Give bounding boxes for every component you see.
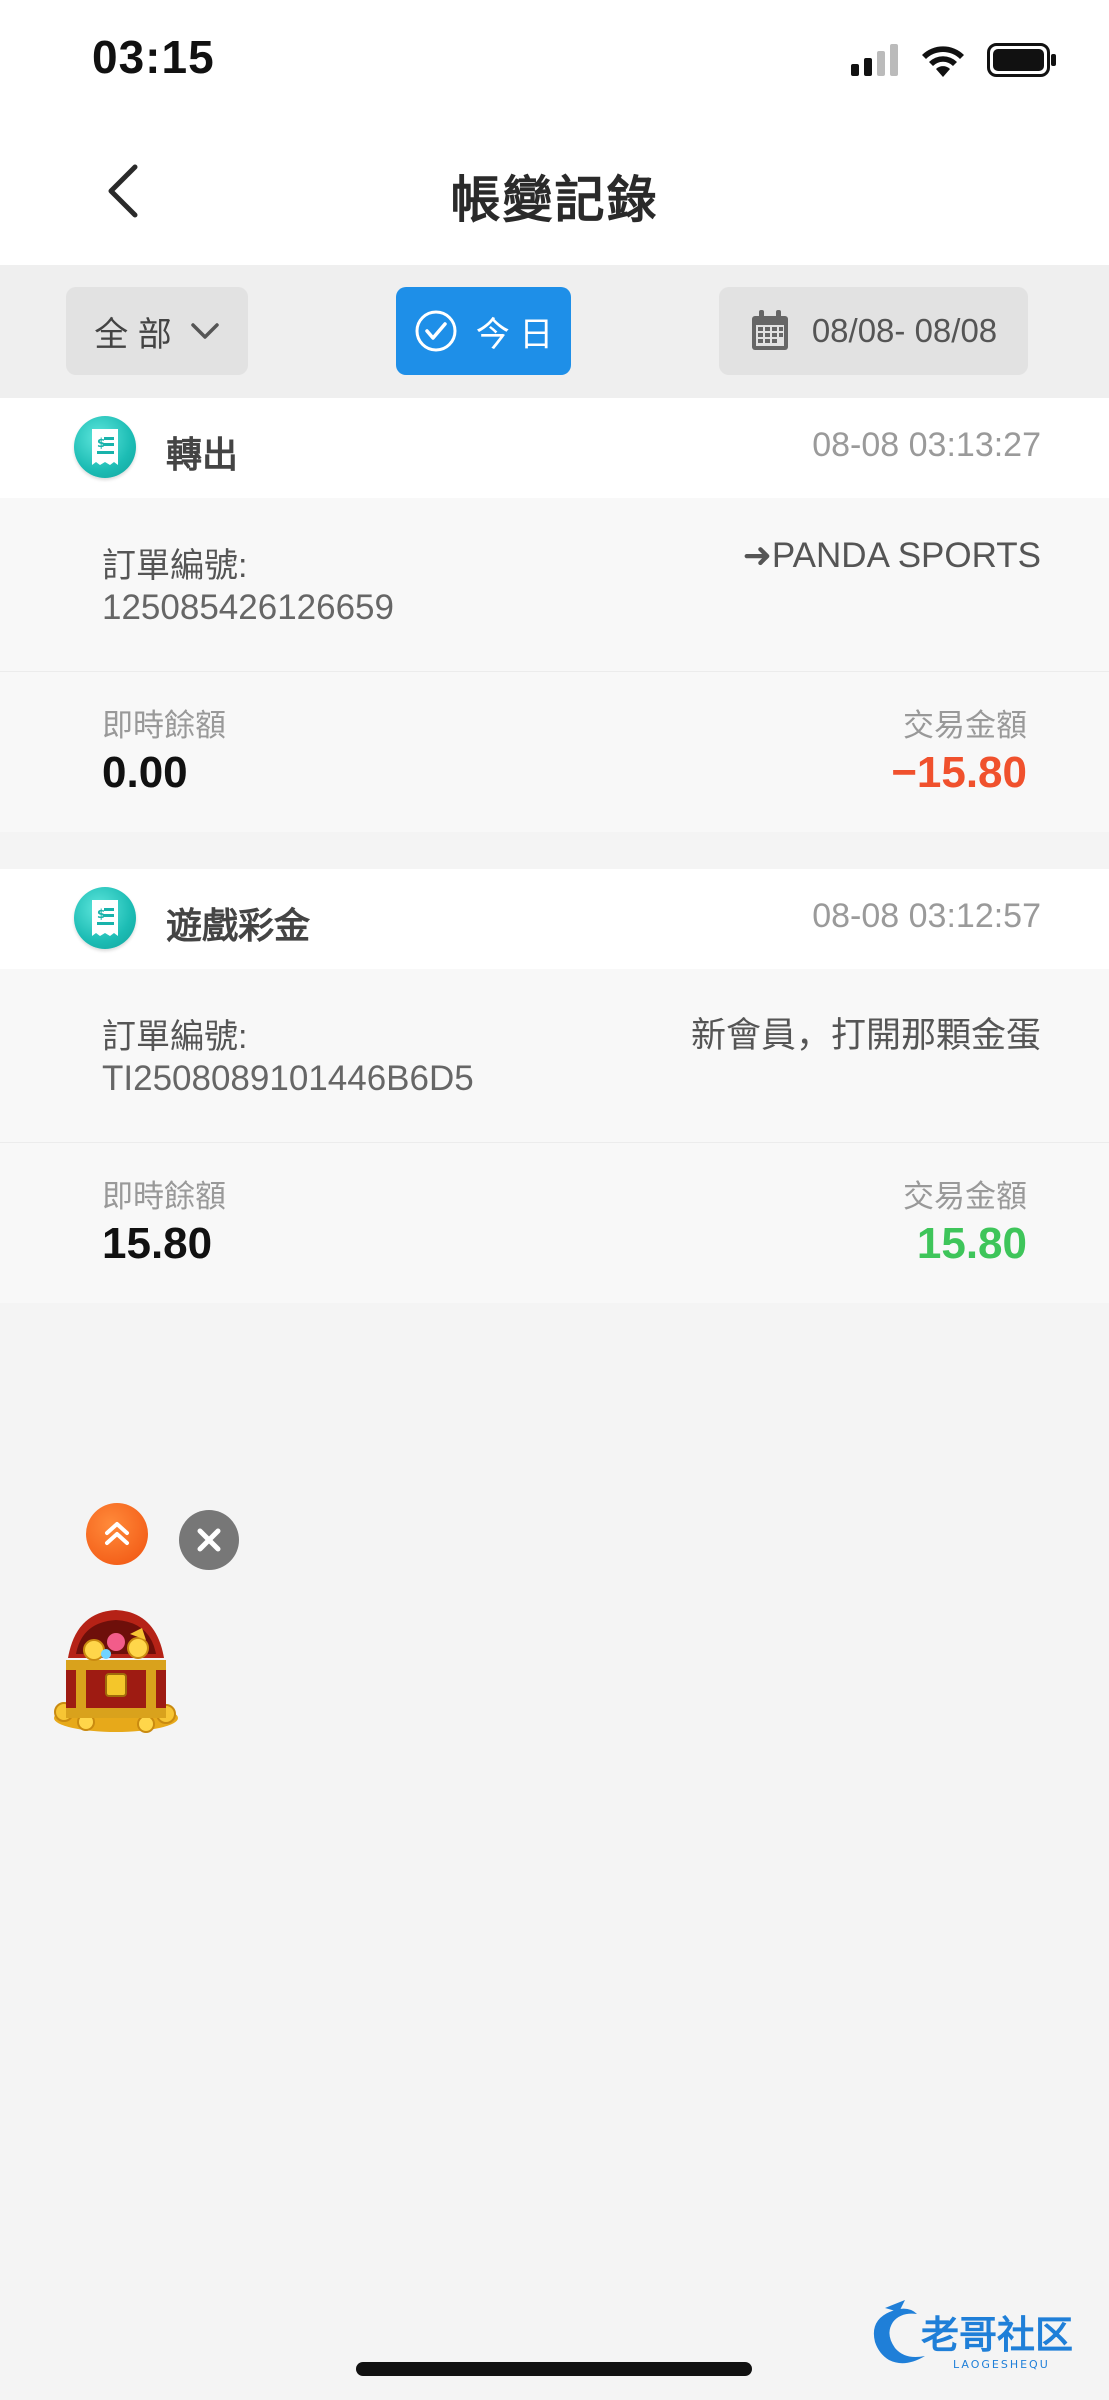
header: 帳變記錄 — [0, 120, 1109, 265]
status-icons — [851, 42, 1057, 78]
receipt-icon: $ — [74, 416, 136, 478]
page-title: 帳變記錄 — [450, 172, 659, 228]
close-icon — [197, 1528, 221, 1552]
chevron-down-icon — [190, 323, 219, 339]
calendar-icon — [751, 310, 788, 350]
filter-today-label: 今 日 — [475, 315, 554, 354]
filter-bar: 全 部 今 日 08/08- 08/08 — [0, 265, 1109, 398]
record-card[interactable]: $ 轉出 08-08 03:13:27 訂單編號: 12508542612665… — [0, 398, 1109, 832]
order-description: ➜PANDA SPORTS — [742, 536, 1041, 575]
watermark-subtext: LAOGESHEQU — [953, 2358, 1050, 2371]
record-order-section: 訂單編號: 125085426126659 ➜PANDA SPORTS — [0, 498, 1109, 672]
balance-value: 0.00 — [102, 748, 188, 797]
check-circle-icon — [415, 310, 457, 352]
order-label: 訂單編號: — [102, 547, 248, 585]
float-close-button[interactable] — [179, 1510, 239, 1570]
record-type: 轉出 — [166, 434, 239, 475]
amount-value: −15.80 — [891, 748, 1027, 797]
wifi-icon — [922, 46, 964, 77]
filter-today-button[interactable]: 今 日 — [396, 287, 571, 375]
record-type: 遊戲彩金 — [166, 905, 311, 946]
balance-label: 即時餘額 — [102, 708, 226, 743]
status-bar: 03:15 — [0, 0, 1109, 120]
watermark-text: 老哥社区 — [921, 2313, 1073, 2357]
record-order-section: 訂單編號: TI2508089101446B6D5 新會員，打開那顆金蛋 — [0, 969, 1109, 1143]
filter-all-dropdown[interactable]: 全 部 — [66, 287, 248, 375]
treasure-chest-icon[interactable] — [46, 1600, 186, 1735]
amount-label: 交易金額 — [903, 1179, 1027, 1214]
amount-value: 15.80 — [916, 1219, 1027, 1268]
record-amount-section: 即時餘額 15.80 交易金額 15.80 — [0, 1143, 1109, 1303]
status-time: 03:15 — [92, 31, 215, 83]
watermark-logo: 老哥社区 LAOGESHEQU — [865, 2298, 1095, 2378]
filter-all-label: 全 部 — [94, 315, 172, 354]
record-header: $ 遊戲彩金 08-08 03:12:57 — [0, 869, 1109, 969]
date-range-text: 08/08- 08/08 — [811, 312, 998, 349]
balance-value: 15.80 — [102, 1219, 213, 1268]
balance-label: 即時餘額 — [102, 1179, 226, 1214]
double-chevron-up-icon — [105, 1522, 129, 1545]
order-number: TI2508089101446B6D5 — [102, 1059, 474, 1098]
record-amount-section: 即時餘額 0.00 交易金額 −15.80 — [0, 672, 1109, 832]
record-time: 08-08 03:12:57 — [812, 897, 1041, 935]
amount-label: 交易金額 — [903, 708, 1027, 743]
order-number: 125085426126659 — [102, 588, 394, 627]
cellular-signal-icon — [851, 44, 898, 76]
float-expand-button[interactable] — [86, 1503, 148, 1565]
record-card[interactable]: $ 遊戲彩金 08-08 03:12:57 訂單編號: TI2508089101… — [0, 869, 1109, 1303]
record-time: 08-08 03:13:27 — [812, 426, 1041, 464]
order-description: 新會員，打開那顆金蛋 — [690, 1016, 1041, 1055]
home-indicator[interactable] — [356, 2362, 752, 2376]
date-range-picker[interactable]: 08/08- 08/08 — [719, 287, 1028, 375]
battery-icon — [987, 43, 1056, 77]
record-header: $ 轉出 08-08 03:13:27 — [0, 398, 1109, 498]
order-label: 訂單編號: — [102, 1018, 248, 1056]
receipt-icon: $ — [74, 887, 136, 949]
